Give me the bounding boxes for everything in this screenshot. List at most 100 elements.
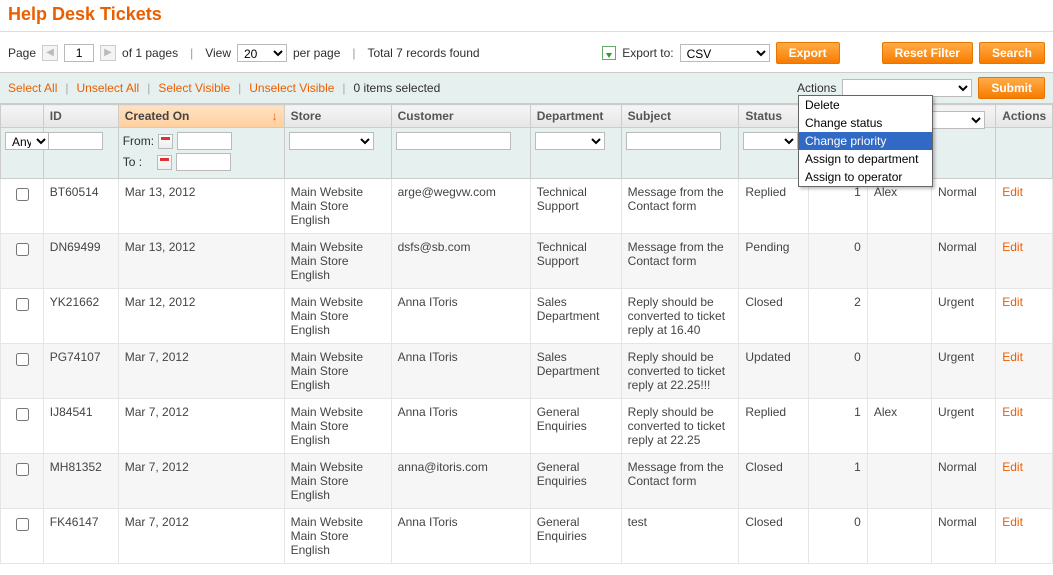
filter-department-select[interactable] bbox=[535, 132, 605, 150]
cell-customer: anna@itoris.com bbox=[391, 454, 530, 509]
cell-id: YK21662 bbox=[43, 289, 118, 344]
export-icon bbox=[602, 46, 616, 60]
col-created[interactable]: Created On↓ bbox=[118, 105, 284, 128]
cell-status: Replied bbox=[739, 399, 809, 454]
filter-date-from-input[interactable] bbox=[177, 132, 232, 150]
table-row[interactable]: IJ84541Mar 7, 2012Main Website Main Stor… bbox=[1, 399, 1053, 454]
row-checkbox[interactable] bbox=[16, 188, 29, 201]
table-row[interactable]: PG74107Mar 7, 2012Main Website Main Stor… bbox=[1, 344, 1053, 399]
items-selected-label: 0 items selected bbox=[354, 81, 441, 95]
unselect-all-link[interactable]: Unselect All bbox=[76, 81, 139, 95]
col-actions[interactable]: Actions bbox=[996, 105, 1053, 128]
cell-replies: 1 bbox=[808, 399, 867, 454]
actions-menu-item[interactable]: Assign to operator bbox=[799, 168, 932, 186]
actions-menu-item[interactable]: Change status bbox=[799, 114, 932, 132]
filter-store-select[interactable] bbox=[289, 132, 374, 150]
cell-operator bbox=[867, 289, 931, 344]
pager-toolbar: Page ◀ ▶ of 1 pages | View 20 per page |… bbox=[0, 32, 1053, 72]
edit-link[interactable]: Edit bbox=[1002, 405, 1023, 419]
search-button[interactable]: Search bbox=[979, 42, 1045, 64]
page-number-input[interactable] bbox=[64, 44, 94, 62]
cell-customer: Anna IToris bbox=[391, 344, 530, 399]
row-checkbox[interactable] bbox=[16, 243, 29, 256]
filter-customer-input[interactable] bbox=[396, 132, 511, 150]
filter-date-to-input[interactable] bbox=[176, 153, 231, 171]
priority-subselect[interactable] bbox=[930, 111, 985, 129]
cell-replies: 0 bbox=[808, 344, 867, 399]
cell-store: Main Website Main Store English bbox=[284, 454, 391, 509]
row-checkbox[interactable] bbox=[16, 353, 29, 366]
col-subject[interactable]: Subject bbox=[621, 105, 739, 128]
cell-department: Sales Department bbox=[530, 289, 621, 344]
cell-subject: Reply should be converted to ticket repl… bbox=[621, 399, 739, 454]
page-prev-button[interactable]: ◀ bbox=[42, 45, 58, 61]
cell-id: PG74107 bbox=[43, 344, 118, 399]
cell-subject: Message from the Contact form bbox=[621, 179, 739, 234]
row-checkbox[interactable] bbox=[16, 518, 29, 531]
table-row[interactable]: FK46147Mar 7, 2012Main Website Main Stor… bbox=[1, 509, 1053, 564]
cell-replies: 1 bbox=[808, 454, 867, 509]
page-next-button[interactable]: ▶ bbox=[100, 45, 116, 61]
cell-created: Mar 13, 2012 bbox=[118, 234, 284, 289]
col-checkbox[interactable] bbox=[1, 105, 44, 128]
calendar-icon[interactable] bbox=[158, 134, 173, 149]
col-store[interactable]: Store bbox=[284, 105, 391, 128]
cell-priority: Urgent bbox=[932, 344, 996, 399]
export-label: Export to: bbox=[622, 46, 673, 60]
cell-created: Mar 7, 2012 bbox=[118, 344, 284, 399]
unselect-visible-link[interactable]: Unselect Visible bbox=[249, 81, 334, 95]
edit-link[interactable]: Edit bbox=[1002, 240, 1023, 254]
edit-link[interactable]: Edit bbox=[1002, 515, 1023, 529]
edit-link[interactable]: Edit bbox=[1002, 185, 1023, 199]
table-row[interactable]: DN69499Mar 13, 2012Main Website Main Sto… bbox=[1, 234, 1053, 289]
table-row[interactable]: MH81352Mar 7, 2012Main Website Main Stor… bbox=[1, 454, 1053, 509]
cell-customer: Anna IToris bbox=[391, 399, 530, 454]
cell-priority: Normal bbox=[932, 234, 996, 289]
table-row[interactable]: YK21662Mar 12, 2012Main Website Main Sto… bbox=[1, 289, 1053, 344]
select-all-link[interactable]: Select All bbox=[8, 81, 57, 95]
cell-subject: Reply should be converted to ticket repl… bbox=[621, 289, 739, 344]
row-checkbox[interactable] bbox=[16, 298, 29, 311]
massaction-bar: Select All | Unselect All | Select Visib… bbox=[0, 72, 1053, 104]
cell-operator bbox=[867, 234, 931, 289]
cell-store: Main Website Main Store English bbox=[284, 509, 391, 564]
cell-created: Mar 7, 2012 bbox=[118, 399, 284, 454]
col-department[interactable]: Department bbox=[530, 105, 621, 128]
actions-menu-item[interactable]: Change priority bbox=[799, 132, 932, 150]
calendar-icon[interactable] bbox=[157, 155, 172, 170]
row-checkbox[interactable] bbox=[16, 408, 29, 421]
cell-id: MH81352 bbox=[43, 454, 118, 509]
select-visible-link[interactable]: Select Visible bbox=[158, 81, 230, 95]
cell-department: Sales Department bbox=[530, 344, 621, 399]
cell-operator: Alex bbox=[867, 399, 931, 454]
filter-status-select[interactable] bbox=[743, 132, 798, 150]
filter-subject-input[interactable] bbox=[626, 132, 721, 150]
edit-link[interactable]: Edit bbox=[1002, 350, 1023, 364]
filter-any-select[interactable]: Any bbox=[5, 132, 50, 150]
cell-created: Mar 7, 2012 bbox=[118, 454, 284, 509]
cell-operator bbox=[867, 509, 931, 564]
cell-priority: Urgent bbox=[932, 289, 996, 344]
submit-button[interactable]: Submit bbox=[978, 77, 1045, 99]
cell-store: Main Website Main Store English bbox=[284, 234, 391, 289]
cell-store: Main Website Main Store English bbox=[284, 344, 391, 399]
cell-store: Main Website Main Store English bbox=[284, 179, 391, 234]
col-customer[interactable]: Customer bbox=[391, 105, 530, 128]
export-button[interactable]: Export bbox=[776, 42, 840, 64]
cell-department: Technical Support bbox=[530, 179, 621, 234]
cell-id: IJ84541 bbox=[43, 399, 118, 454]
reset-filter-button[interactable]: Reset Filter bbox=[882, 42, 973, 64]
export-format-select[interactable]: CSV bbox=[680, 44, 770, 62]
per-page-select[interactable]: 20 bbox=[237, 44, 287, 62]
filter-id-input[interactable] bbox=[48, 132, 103, 150]
actions-menu-item[interactable]: Assign to department bbox=[799, 150, 932, 168]
edit-link[interactable]: Edit bbox=[1002, 460, 1023, 474]
actions-dropdown-menu: DeleteChange statusChange priorityAssign… bbox=[798, 95, 933, 187]
cell-status: Closed bbox=[739, 289, 809, 344]
actions-menu-item[interactable]: Delete bbox=[799, 96, 932, 114]
cell-replies: 0 bbox=[808, 509, 867, 564]
row-checkbox[interactable] bbox=[16, 463, 29, 476]
col-id[interactable]: ID bbox=[43, 105, 118, 128]
edit-link[interactable]: Edit bbox=[1002, 295, 1023, 309]
cell-priority: Normal bbox=[932, 454, 996, 509]
